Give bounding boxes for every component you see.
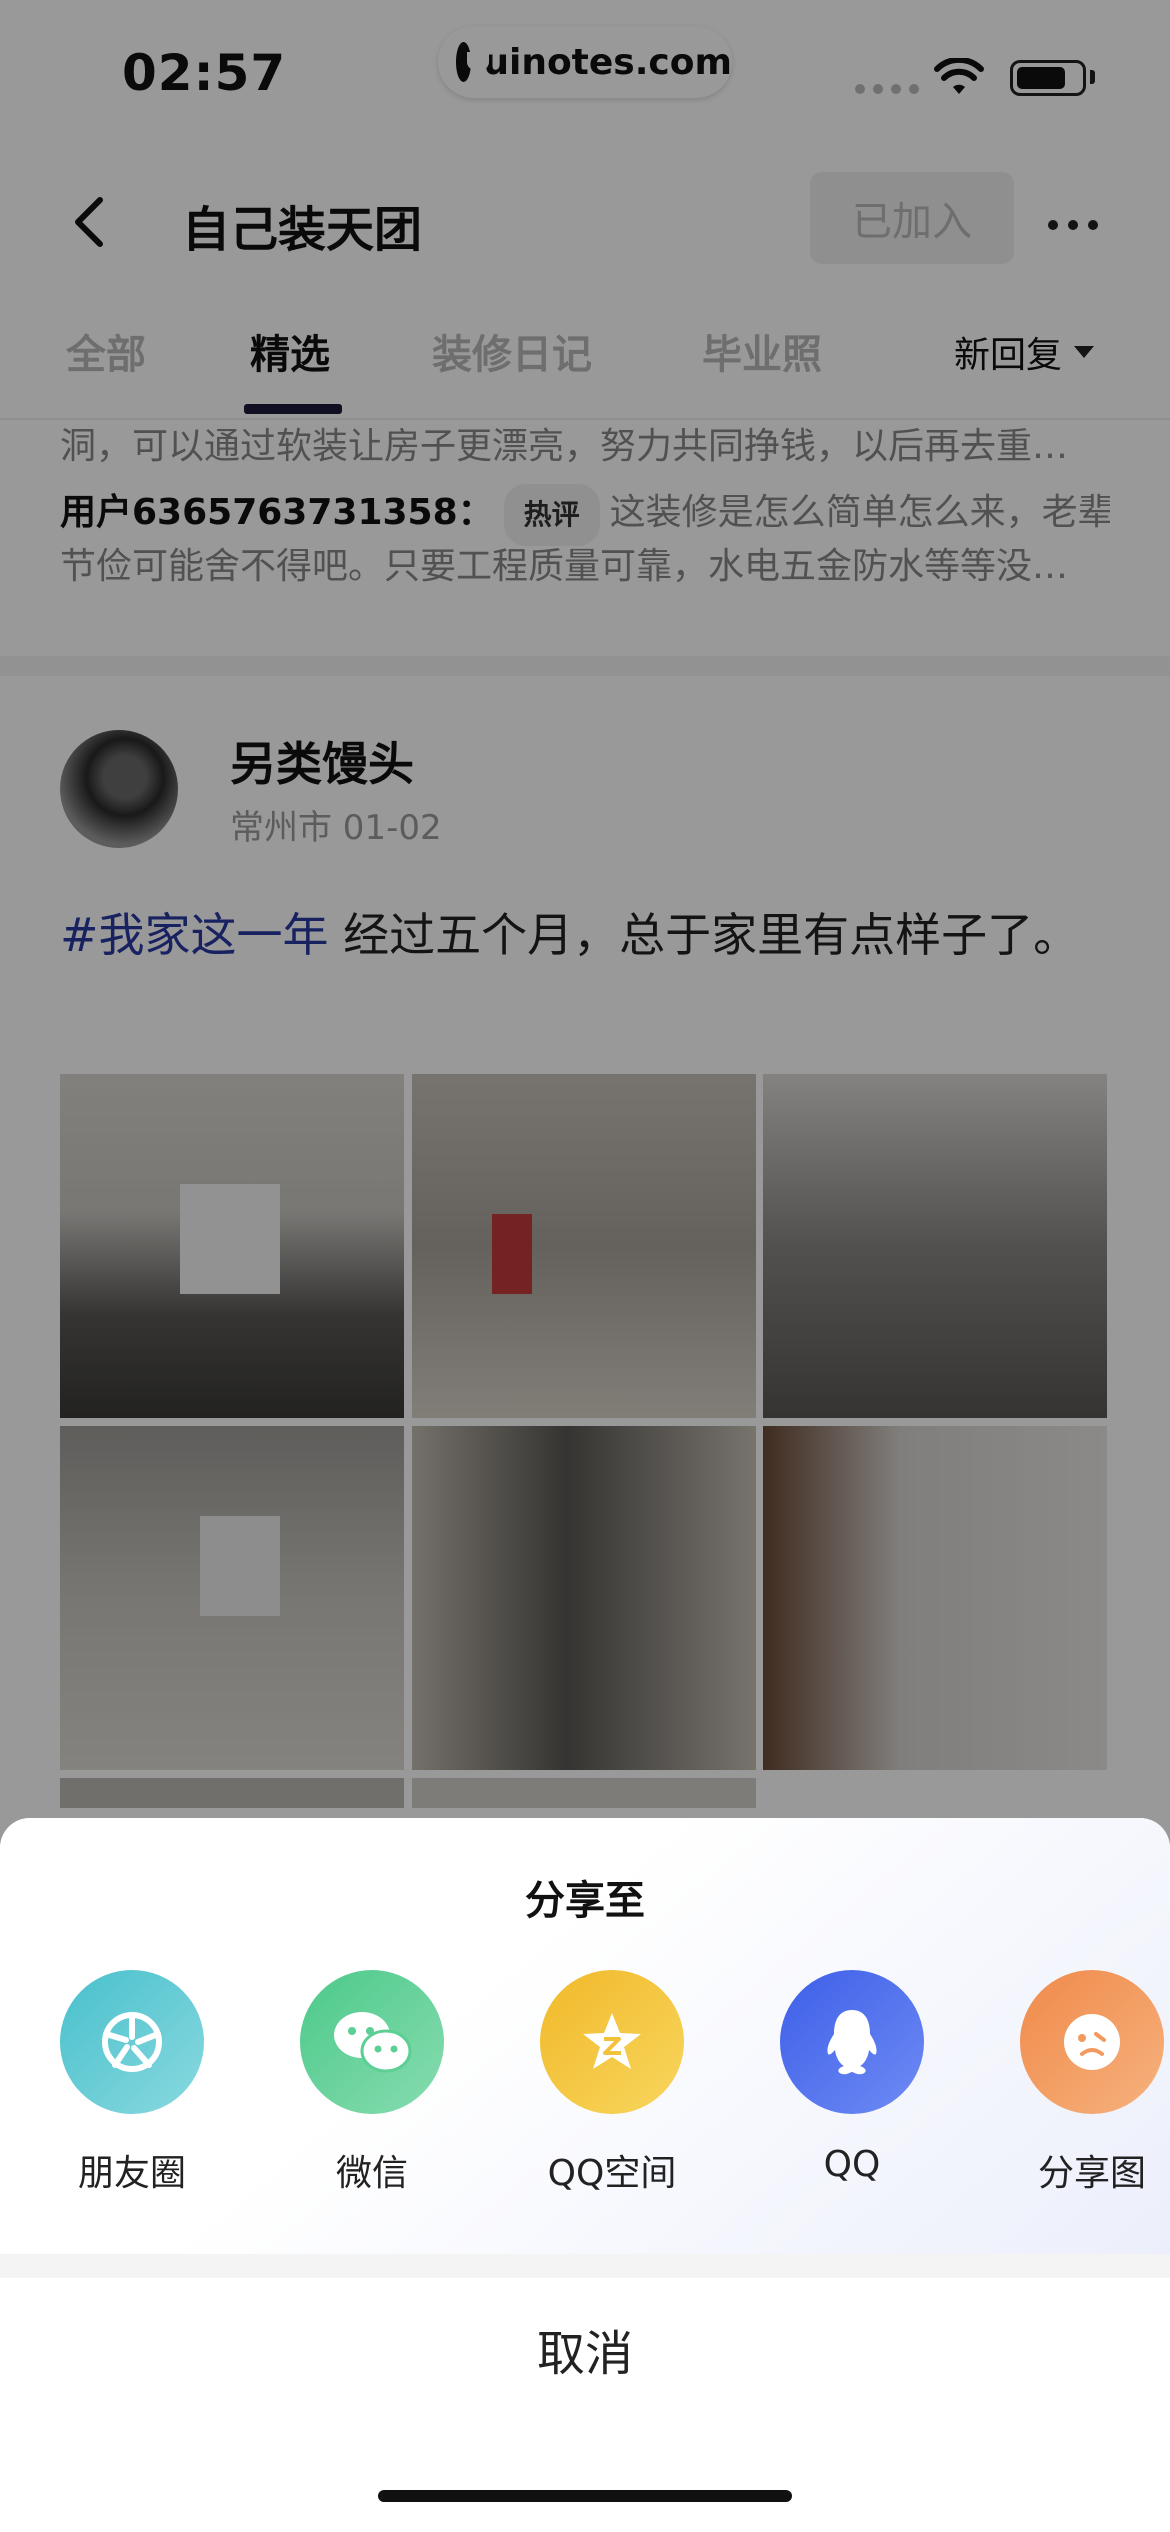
share-sheet-separator	[0, 2254, 1170, 2278]
home-indicator[interactable]	[378, 2490, 792, 2502]
share-moments-button[interactable]: 朋友圈	[32, 1970, 232, 2196]
qzone-icon	[540, 1970, 684, 2114]
share-image-button[interactable]: 分享图	[992, 1970, 1170, 2196]
wechat-icon	[300, 1970, 444, 2114]
moments-icon	[60, 1970, 204, 2114]
share-label: QQ空间	[547, 2153, 677, 2194]
cancel-button[interactable]: 取消	[0, 2314, 1170, 2384]
share-sheet: 分享至 朋友圈 微信 QQ空间 QQ 分享图 取消	[0, 1818, 1170, 2532]
share-label: 微信	[335, 2153, 408, 2194]
share-label: 分享图	[1037, 2153, 1146, 2194]
share-label: 朋友圈	[77, 2153, 186, 2194]
share-sheet-title: 分享至	[525, 1878, 645, 1924]
share-image-icon	[1020, 1970, 1164, 2114]
share-qq-button[interactable]: QQ	[752, 1970, 952, 2185]
share-label: QQ	[823, 2144, 881, 2185]
share-qzone-button[interactable]: QQ空间	[512, 1970, 712, 2196]
qq-icon	[780, 1970, 924, 2114]
share-wechat-button[interactable]: 微信	[272, 1970, 472, 2196]
